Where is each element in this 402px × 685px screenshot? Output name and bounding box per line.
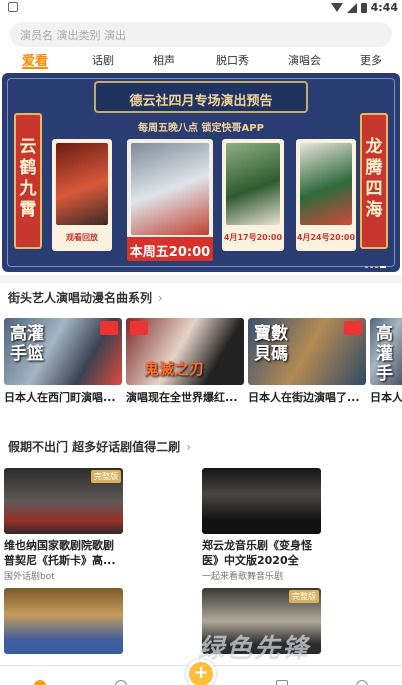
promo-banner[interactable]: 德云社四月专场演出预告 每周五晚八点 锁定快哥APP 云鹤九霄 龙腾四海 观看回… — [2, 73, 400, 272]
drama-card-thumb[interactable] — [4, 588, 123, 654]
tab-concert[interactable]: 演唱会 — [288, 52, 321, 68]
search-placeholder: 演员名 演出类别 演出 — [20, 29, 126, 42]
section-divider — [0, 275, 402, 283]
poster-caption: 本周五20:00 — [127, 237, 213, 261]
banner-title: 德云社四月专场演出预告 — [94, 81, 308, 113]
banner-page-indicator — [365, 266, 386, 268]
active-tab-indicator — [22, 67, 48, 69]
poster-caption: 4月17号20:00 — [223, 233, 283, 242]
drama-card-title[interactable]: 维也纳国家歌剧院歌剧普契尼《托斯卡》高... — [4, 538, 122, 568]
tab-standup[interactable]: 脱口秀 — [216, 52, 249, 68]
thumb-text: 高灌手篮 — [10, 324, 44, 364]
video-card[interactable]: 寶數貝碼 — [248, 318, 366, 385]
section1-header[interactable]: 街头艺人演唱动漫名曲系列 › — [8, 289, 163, 306]
full-version-badge: 完整版 — [91, 470, 121, 483]
banner-left-scroll: 云鹤九霄 — [14, 113, 42, 249]
poster-image — [131, 143, 209, 235]
status-bar: 4:44 — [0, 0, 402, 15]
add-button[interactable]: + — [186, 659, 216, 685]
poster-image — [56, 143, 108, 225]
tab-more[interactable]: 更多 — [360, 52, 382, 68]
drama-card-channel[interactable]: 一起来看歌舞音乐剧 — [202, 569, 283, 582]
channel-logo-icon — [100, 321, 118, 335]
banner-right-scroll: 龙腾四海 — [360, 113, 388, 249]
site-watermark: 绿色先锋 — [198, 634, 311, 664]
app-notification-icon — [8, 2, 18, 12]
full-version-badge: 完整版 — [289, 590, 319, 603]
tab-drama[interactable]: 话剧 — [92, 52, 114, 68]
channel-logo-icon — [344, 321, 362, 335]
thumb-text: 鬼滅之刃 — [144, 360, 205, 378]
clock: 4:44 — [370, 1, 398, 14]
video-card[interactable]: 鬼滅之刃 — [126, 318, 244, 385]
list-icon[interactable] — [276, 680, 288, 685]
battery-icon — [360, 2, 367, 13]
signal-icon — [346, 2, 357, 13]
section2-header[interactable]: 假期不出门 超多好话剧值得二刷 › — [8, 438, 191, 455]
video-caption[interactable]: 日本人在 — [370, 389, 402, 405]
channel-logo-icon — [130, 321, 148, 335]
thumb-text: 寶數貝碼 — [254, 324, 288, 364]
chevron-right-icon: › — [186, 440, 191, 454]
home-icon[interactable] — [34, 680, 46, 685]
status-icons: 4:44 — [330, 1, 398, 14]
banner-poster-this-friday[interactable]: 本周五20:00 — [127, 139, 213, 261]
chevron-right-icon: › — [158, 291, 163, 305]
category-tabs: 爱看 话剧 相声 脱口秀 演唱会 更多 — [0, 48, 402, 72]
banner-subtitle: 每周五晚八点 锁定快哥APP — [138, 123, 264, 134]
video-caption[interactable]: 日本人在街边演唱了... — [248, 389, 366, 405]
discover-icon[interactable] — [115, 680, 127, 685]
drama-card-channel[interactable]: 国外话剧bot — [4, 569, 55, 582]
profile-icon[interactable] — [356, 680, 368, 685]
wifi-icon — [330, 3, 343, 12]
drama-card-title[interactable]: 郑云龙音乐剧《变身怪医》中文版2020全国... — [202, 538, 320, 568]
tab-crosstalk[interactable]: 相声 — [153, 52, 175, 68]
thumb-text: 高灌手 — [376, 324, 393, 384]
banner-poster-apr17[interactable]: 4月17号20:00 — [222, 139, 284, 251]
section1-title: 街头艺人演唱动漫名曲系列 — [8, 291, 153, 305]
video-caption[interactable]: 演唱现在全世界爆红... — [126, 389, 244, 405]
banner-poster-replay[interactable]: 观看回放 — [52, 139, 112, 251]
video-card[interactable]: 高灌手篮 — [4, 318, 122, 385]
drama-card-thumb[interactable]: 完整版 — [4, 468, 123, 534]
banner-poster-apr24[interactable]: 4月24号20:00 — [296, 139, 356, 251]
section2-title: 假期不出门 超多好话剧值得二刷 — [8, 440, 181, 454]
drama-card-thumb[interactable] — [202, 468, 321, 534]
poster-caption: 4月24号20:00 — [296, 233, 356, 242]
video-caption[interactable]: 日本人在西门町演唱... — [4, 389, 122, 405]
search-input[interactable]: 演员名 演出类别 演出 — [10, 22, 392, 47]
poster-image — [226, 143, 280, 225]
poster-image — [300, 143, 352, 225]
video-card[interactable]: 高灌手 — [370, 318, 402, 385]
poster-caption: 观看回放 — [66, 233, 98, 242]
